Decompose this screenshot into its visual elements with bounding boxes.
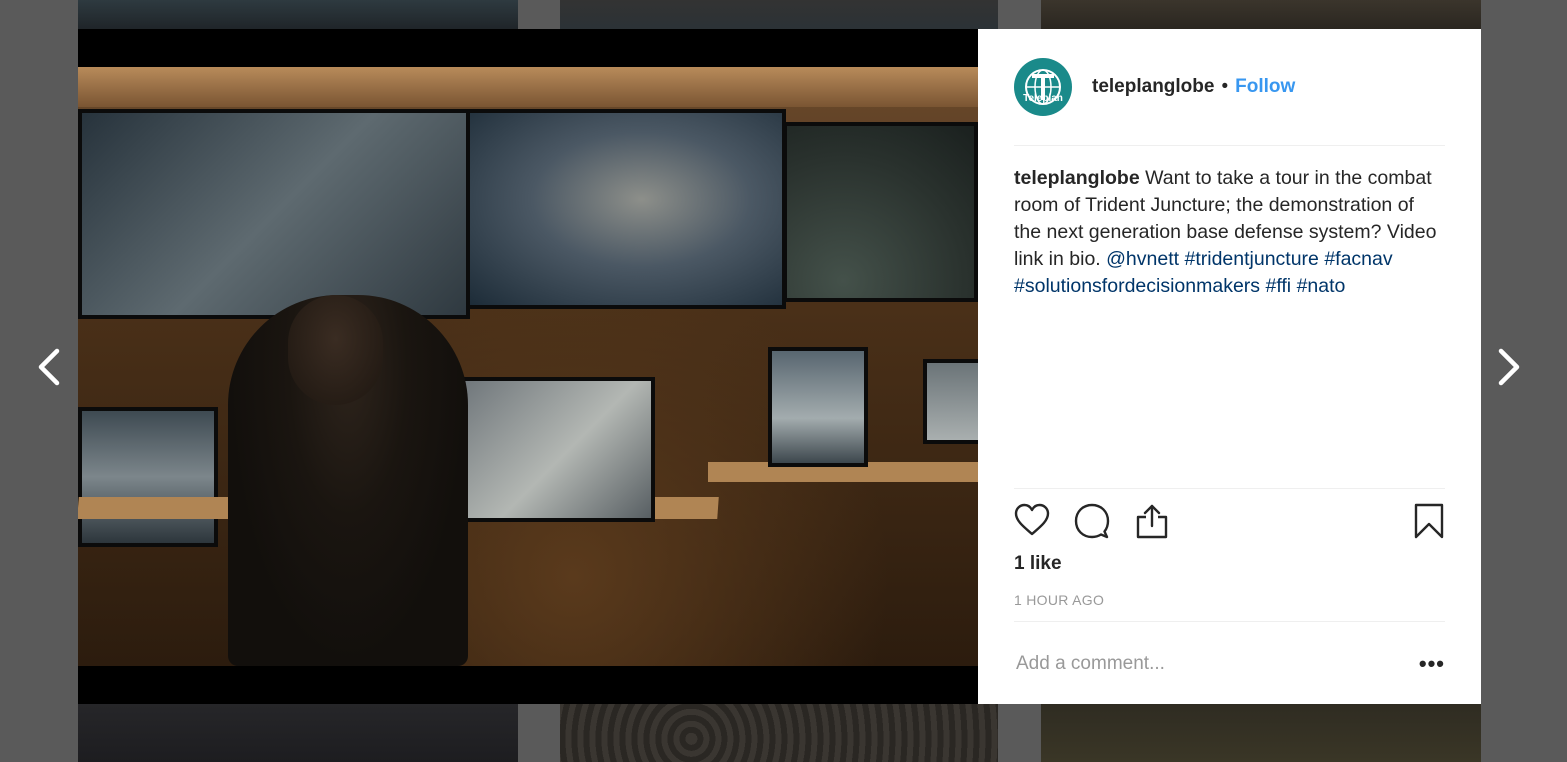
post-photo[interactable] (78, 67, 978, 666)
separator: • (1221, 75, 1229, 97)
like-count[interactable]: 1 like (1014, 553, 1062, 575)
share-icon (1136, 504, 1168, 539)
hashtag-link[interactable]: #solutionsfordecisionmakers (1014, 275, 1260, 297)
photo-region (768, 347, 868, 467)
username-link[interactable]: teleplanglobe (1092, 76, 1214, 98)
hashtag-link[interactable]: #facnav (1324, 248, 1392, 270)
comment-input[interactable] (1014, 651, 1398, 676)
grid-thumbnail[interactable] (1041, 0, 1481, 30)
comment-icon (1074, 503, 1110, 539)
like-button[interactable] (1014, 503, 1050, 542)
post-media (78, 29, 978, 704)
grid-thumbnail[interactable] (78, 704, 518, 762)
grid-thumbnail[interactable] (1041, 704, 1481, 762)
photo-region (78, 407, 218, 547)
chevron-left-icon (38, 348, 60, 386)
chevron-right-icon (1498, 348, 1520, 386)
photo-region (923, 359, 978, 444)
save-button[interactable] (1413, 503, 1445, 544)
comment-button[interactable] (1074, 503, 1110, 544)
photo-region (783, 122, 978, 302)
post-header: Teleplan teleplanglobe • Follow (1014, 57, 1445, 146)
hashtag-link[interactable]: #tridentjuncture (1184, 248, 1318, 270)
hashtag-link[interactable]: #ffi (1265, 275, 1291, 297)
bookmark-icon (1414, 503, 1444, 539)
post-sidebar: Teleplan teleplanglobe • Follow teleplan… (978, 29, 1481, 704)
post-modal: Teleplan teleplanglobe • Follow teleplan… (78, 29, 1481, 704)
grid-thumbnail[interactable] (78, 0, 518, 30)
photo-region (450, 377, 655, 522)
follow-button[interactable]: Follow (1235, 76, 1295, 98)
avatar-label: Teleplan (1023, 92, 1063, 104)
mention-link[interactable]: @hvnett (1106, 248, 1179, 270)
heart-icon (1014, 503, 1050, 536)
photo-region (78, 109, 470, 319)
photo-region (78, 67, 978, 107)
caption-username[interactable]: teleplanglobe (1014, 167, 1140, 189)
next-post-button[interactable] (1490, 345, 1530, 389)
action-bar (1014, 488, 1445, 559)
hashtag-link[interactable]: #nato (1297, 275, 1346, 297)
avatar[interactable]: Teleplan (1014, 57, 1072, 116)
grid-thumbnail[interactable] (560, 0, 998, 30)
share-button[interactable] (1134, 503, 1170, 544)
previous-post-button[interactable] (28, 345, 68, 389)
more-options-button[interactable]: ••• (1419, 651, 1445, 677)
grid-thumbnail[interactable] (560, 704, 998, 762)
post-caption: teleplanglobe Want to take a tour in the… (1014, 165, 1445, 300)
comment-box: ••• (1014, 621, 1445, 705)
post-timestamp: 1 HOUR AGO (1014, 592, 1105, 608)
photo-region (466, 109, 786, 309)
photo-region (288, 295, 383, 405)
